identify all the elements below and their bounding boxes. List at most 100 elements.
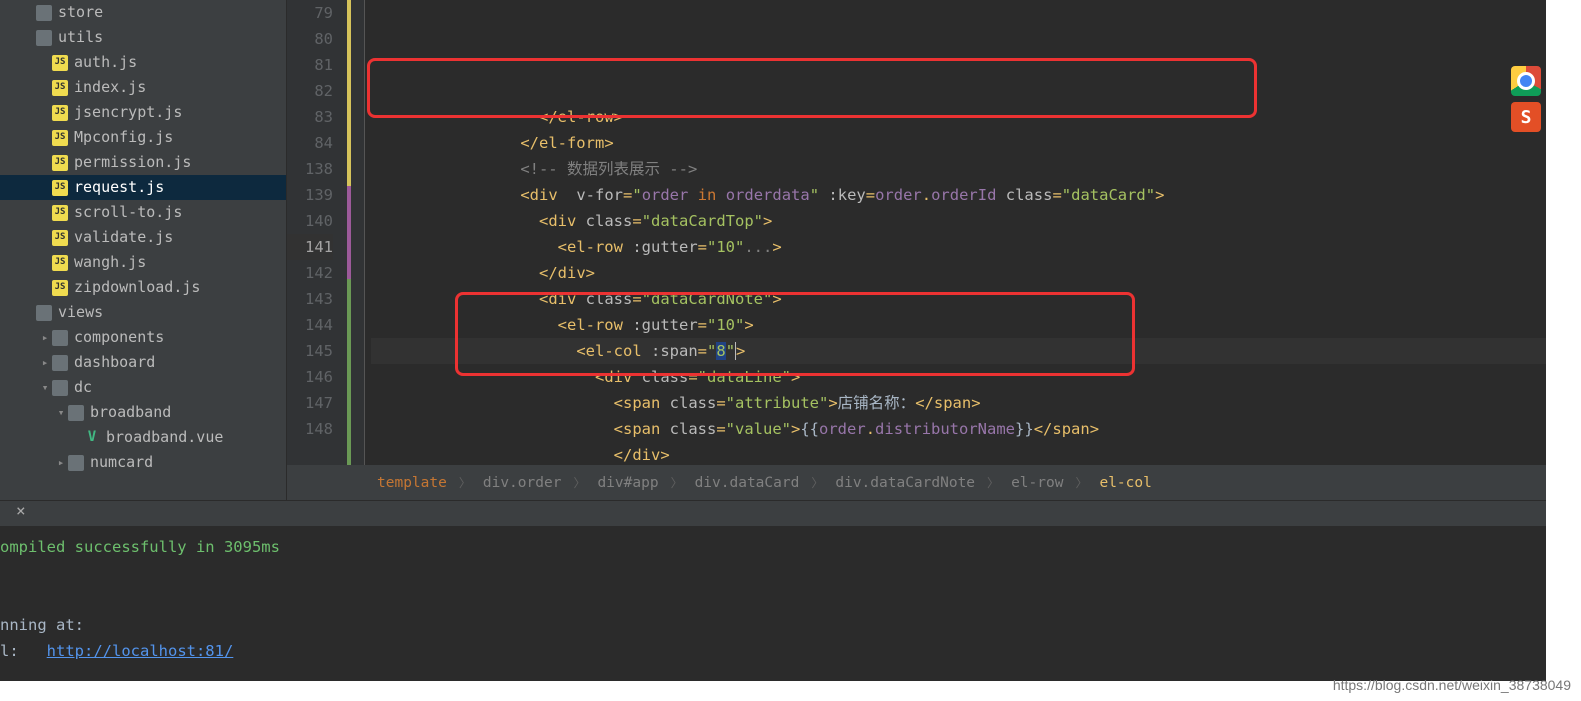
line-number: 143 <box>287 286 333 312</box>
terminal-text: l: <box>0 642 47 660</box>
js-file-icon: JS <box>52 55 68 71</box>
folder-icon <box>52 355 68 371</box>
tree-arrow-icon[interactable]: ▾ <box>38 375 52 400</box>
tree-item-jsencrypt-js[interactable]: JS jsencrypt.js <box>0 100 286 125</box>
tree-item-request-js[interactable]: JSrequest.js <box>0 175 286 200</box>
code-line[interactable]: </div> <box>371 260 1546 286</box>
js-file-icon: JS <box>52 105 68 121</box>
close-icon[interactable]: × <box>0 499 42 522</box>
tree-item-label: permission.js <box>74 150 191 175</box>
tree-item-label: utils <box>58 25 103 50</box>
js-file-icon: JS <box>52 180 68 196</box>
code-line[interactable]: <div class="dataLine"> <box>371 364 1546 390</box>
line-number-gutter: 7980818283841381391401411421431441451461… <box>287 0 347 465</box>
tree-item-label: numcard <box>90 450 153 475</box>
breadcrumb-item[interactable]: div.dataCardNote <box>835 475 975 491</box>
tree-item-label: jsencrypt.js <box>74 100 182 125</box>
tree-item-auth-js[interactable]: JSauth.js <box>0 50 286 75</box>
tree-item-label: views <box>58 300 103 325</box>
tree-item-wangh-js[interactable]: JS wangh.js <box>0 250 286 275</box>
chevron-right-icon: 〉 <box>987 474 999 491</box>
folder-icon <box>36 30 52 46</box>
tree-arrow-icon[interactable]: ▸ <box>38 350 52 375</box>
chrome-icon[interactable] <box>1511 66 1541 96</box>
vue-file-icon: V <box>84 430 100 446</box>
tree-item-zipdownload-js[interactable]: JSzipdownload.js <box>0 275 286 300</box>
code-line[interactable]: <!-- 数据列表展示 --> <box>371 156 1546 182</box>
tree-item-label: wangh.js <box>74 250 146 275</box>
folder-icon <box>36 5 52 21</box>
tree-item-label: dashboard <box>74 350 155 375</box>
js-file-icon: JS <box>52 130 68 146</box>
chevron-right-icon: 〉 <box>1075 474 1087 491</box>
terminal-panel[interactable]: ompiled successfully in 3095ms nning at:… <box>0 526 1546 681</box>
chevron-right-icon: 〉 <box>459 474 471 491</box>
tree-arrow-icon[interactable]: ▸ <box>54 450 68 475</box>
code-line[interactable]: <el-col :span="8"> <box>371 338 1546 364</box>
tree-item-index-js[interactable]: JSindex.js <box>0 75 286 100</box>
tree-item-validate-js[interactable]: JSvalidate.js <box>0 225 286 250</box>
tree-item-permission-js[interactable]: JS permission.js <box>0 150 286 175</box>
tree-item-scroll-to-js[interactable]: JSscroll-to.js <box>0 200 286 225</box>
line-number: 83 <box>287 104 333 130</box>
js-file-icon: JS <box>52 155 68 171</box>
tree-item-numcard[interactable]: ▸ numcard <box>0 450 286 475</box>
tree-item-broadband-vue[interactable]: Vbroadband.vue <box>0 425 286 450</box>
tree-item-dc[interactable]: ▾ dc <box>0 375 286 400</box>
chevron-right-icon: 〉 <box>573 474 585 491</box>
code-line[interactable]: <div class="dataCardNote"> <box>371 286 1546 312</box>
tree-item-label: zipdownload.js <box>74 275 200 300</box>
tree-arrow-icon[interactable]: ▸ <box>38 325 52 350</box>
breadcrumb-item[interactable]: div#app <box>597 475 658 491</box>
fold-gutter[interactable] <box>347 0 365 465</box>
local-url-link[interactable]: http://localhost:81/ <box>47 642 234 660</box>
tree-item-store[interactable]: store <box>0 0 286 25</box>
code-line[interactable]: <div class="dataCardTop"> <box>371 208 1546 234</box>
tree-item-views[interactable]: views <box>0 300 286 325</box>
tree-item-dashboard[interactable]: ▸ dashboard <box>0 350 286 375</box>
tree-item-label: dc <box>74 375 92 400</box>
tree-item-label: validate.js <box>74 225 173 250</box>
tree-item-label: broadband.vue <box>106 425 223 450</box>
tree-arrow-icon[interactable]: ▾ <box>54 400 68 425</box>
project-tree[interactable]: storeutilsJSauth.jsJSindex.js JS jsencrypt… <box>0 0 287 500</box>
ide-window: storeutilsJSauth.jsJSindex.js JS jsencrypt… <box>0 0 1546 681</box>
html5-icon[interactable]: S <box>1511 102 1541 132</box>
line-number: 145 <box>287 338 333 364</box>
line-number: 79 <box>287 0 333 26</box>
line-number: 142 <box>287 260 333 286</box>
watermark-text: https://blog.csdn.net/weixin_38738049 <box>1333 677 1571 693</box>
js-file-icon: JS <box>52 205 68 221</box>
folder-icon <box>36 305 52 321</box>
line-number: 81 <box>287 52 333 78</box>
tree-item-components[interactable]: ▸ components <box>0 325 286 350</box>
structure-breadcrumb[interactable]: template 〉 div.order 〉 div#app 〉 div.dataCard 〉… <box>287 465 1546 500</box>
code-line[interactable]: <span class="value">{{order.distributorN… <box>371 416 1546 442</box>
code-line[interactable]: <el-row :gutter="10"...> <box>371 234 1546 260</box>
right-toolbar: S <box>1511 60 1546 138</box>
tree-item-Mpconfig-js[interactable]: JS Mpconfig.js <box>0 125 286 150</box>
breadcrumb-item[interactable]: el-row <box>1011 475 1063 491</box>
code-content[interactable]: </el-row> </el-form> <!-- 数据列表展示 --> <di… <box>365 0 1546 465</box>
tree-item-label: components <box>74 325 164 350</box>
breadcrumb-item[interactable]: div.dataCard <box>695 475 800 491</box>
line-number: 80 <box>287 26 333 52</box>
code-line[interactable]: </el-row> <box>371 104 1546 130</box>
code-line[interactable]: <el-row :gutter="10"> <box>371 312 1546 338</box>
tree-item-broadband[interactable]: ▾broadband <box>0 400 286 425</box>
code-line[interactable]: </el-form> <box>371 130 1546 156</box>
js-file-icon: JS <box>52 255 68 271</box>
line-number: 147 <box>287 390 333 416</box>
code-line[interactable]: <div v-for="order in orderdata" :key=ord… <box>371 182 1546 208</box>
line-number: 138 <box>287 156 333 182</box>
tool-window-tabs[interactable]: × <box>0 500 1546 526</box>
chevron-right-icon: 〉 <box>671 474 683 491</box>
breadcrumb-item[interactable]: el-col <box>1099 475 1151 491</box>
breadcrumb-item[interactable]: div.order <box>483 475 562 491</box>
tree-item-label: Mpconfig.js <box>74 125 173 150</box>
code-editor[interactable]: 7980818283841381391401411421431441451461… <box>287 0 1546 465</box>
breadcrumb-item[interactable]: template <box>377 475 447 491</box>
compile-status: ompiled successfully in 3095ms <box>0 538 280 556</box>
tree-item-utils[interactable]: utils <box>0 25 286 50</box>
code-line[interactable]: <span class="attribute">店铺名称：</span> <box>371 390 1546 416</box>
